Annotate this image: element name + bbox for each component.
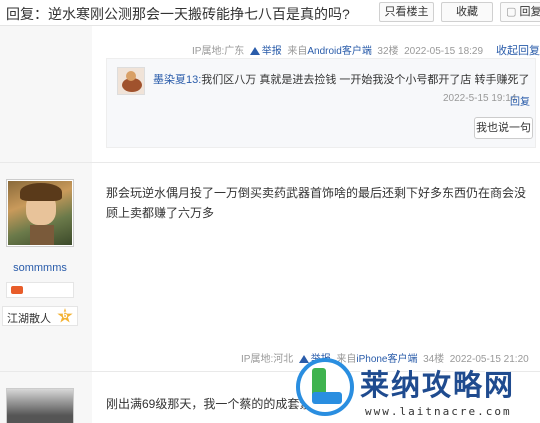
- post1-meta: IP属地:广东 举报 来自Android客户端 32楼 2022-05-15 1…: [192, 42, 483, 57]
- thread-title: 回复：逆水寒刚公测那会一天搬砖能挣七八百是真的吗?: [6, 6, 350, 22]
- warning-icon: [249, 47, 260, 55]
- sub-reply-reply-link[interactable]: 回复: [510, 93, 530, 108]
- watermark-logo-icon: [296, 358, 354, 416]
- post3-content: 刚出满69级那天，我一个蔡的的成套紫: [106, 397, 312, 411]
- post2-avatar[interactable]: [6, 179, 74, 247]
- post2-level-bar[interactable]: 江湖散人 6: [2, 306, 78, 326]
- post1-time: 2022-05-15 18:29: [404, 46, 484, 57]
- post3-avatar[interactable]: [6, 388, 74, 423]
- only-author-button[interactable]: 只看楼主: [379, 2, 434, 22]
- favorite-button[interactable]: 收藏: [441, 2, 493, 22]
- post1-source-prefix: 来自: [287, 46, 308, 57]
- sub-reply-avatar[interactable]: [117, 67, 145, 95]
- watermark-url: www.laitnacre.com: [365, 405, 512, 418]
- post1-report-label: 举报: [261, 46, 282, 57]
- post1-ip: IP属地:广东: [192, 46, 245, 57]
- say-something-button[interactable]: 我也说一句: [474, 117, 533, 139]
- post1-report-link[interactable]: 举报: [249, 46, 282, 57]
- post1-gutter: [0, 26, 92, 162]
- avatar-image: [8, 181, 72, 245]
- reply-button[interactable]: ▢ 回复: [500, 2, 540, 22]
- warning-icon: [298, 355, 309, 363]
- post2-username[interactable]: sommmms: [0, 262, 80, 274]
- sub-reply-time: 2022-5-15 19:14: [443, 93, 517, 104]
- sub-reply-content: 我们区八万 真就是进去捡钱 一开始我没个小号都开了店 转手赚死了: [201, 74, 530, 86]
- post1-source-link[interactable]: Android客户端: [307, 46, 371, 57]
- level-number: 6: [62, 310, 68, 320]
- post2-content: 那会玩逆水偶月投了一万倒买卖药武器首饰啥的最后还剩下好多东西仍在商会没顾上卖都赚…: [106, 186, 527, 220]
- sub-reply-box: 墨染夏13:我们区八万 真就是进去捡钱 一开始我没个小号都开了店 转手赚死了 2…: [106, 58, 536, 148]
- post2-ip: IP属地:河北: [241, 354, 294, 365]
- reply-button-label: 回复: [519, 6, 540, 18]
- divider: [0, 162, 540, 163]
- level-name: 江湖散人: [7, 313, 51, 325]
- post2-badge-bar: [6, 282, 74, 298]
- thread-header: 回复：逆水寒刚公测那会一天搬砖能挣七八百是真的吗? 只看楼主 收藏 ▢ 回复: [0, 0, 540, 26]
- sub-reply-text: 墨染夏13:我们区八万 真就是进去捡钱 一开始我没个小号都开了店 转手赚死了: [153, 71, 529, 87]
- post1-floor: 32楼: [377, 46, 399, 57]
- reply-icon: ▢: [506, 6, 520, 18]
- gamepad-badge-icon[interactable]: [11, 286, 23, 294]
- sub-reply-user[interactable]: 墨染夏13:: [153, 74, 201, 86]
- collapse-replies-link[interactable]: 收起回复: [496, 42, 540, 58]
- watermark-title: 莱纳攻略网: [360, 370, 516, 402]
